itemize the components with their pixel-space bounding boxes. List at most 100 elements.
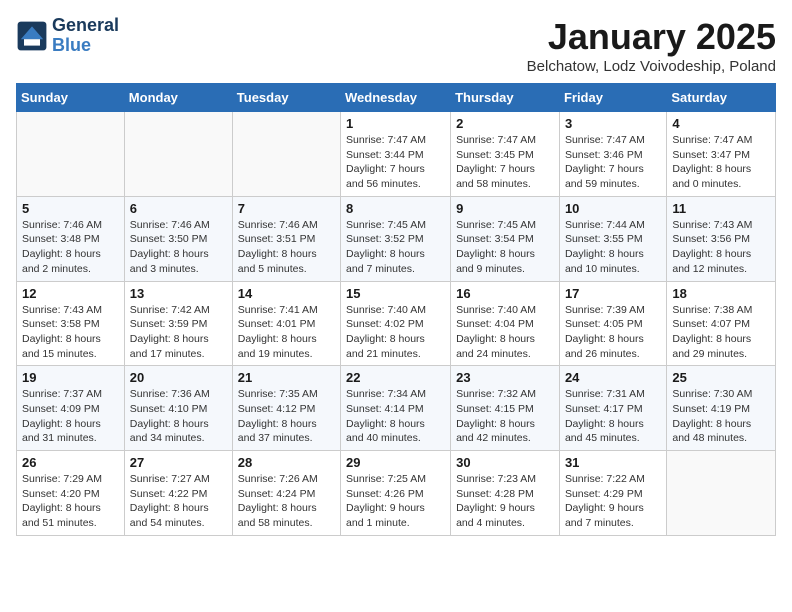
day-number: 26 bbox=[22, 455, 119, 470]
month-title: January 2025 bbox=[527, 16, 776, 58]
calendar-cell: 29 Sunrise: 7:25 AMSunset: 4:26 PMDayligh… bbox=[341, 451, 451, 536]
day-number: 15 bbox=[346, 286, 445, 301]
day-info: Sunrise: 7:27 AMSunset: 4:22 PMDaylight:… bbox=[130, 472, 227, 531]
calendar-cell: 24 Sunrise: 7:31 AMSunset: 4:17 PMDayligh… bbox=[559, 366, 666, 451]
day-number: 23 bbox=[456, 370, 554, 385]
calendar-cell: 9Sunrise: 7:45 AMSunset: 3:54 PMDaylight… bbox=[451, 196, 560, 281]
calendar-cell bbox=[17, 112, 125, 197]
day-number: 21 bbox=[238, 370, 335, 385]
calendar-cell: 10 Sunrise: 7:44 AMSunset: 3:55 PMDayligh… bbox=[559, 196, 666, 281]
calendar-cell: 5 Sunrise: 7:46 AMSunset: 3:48 PMDaylight… bbox=[17, 196, 125, 281]
calendar-week-row: 5 Sunrise: 7:46 AMSunset: 3:48 PMDaylight… bbox=[17, 196, 776, 281]
day-info: Sunrise: 7:22 AMSunset: 4:29 PMDaylight:… bbox=[565, 472, 661, 531]
day-info: Sunrise: 7:40 AMSunset: 4:02 PMDaylight:… bbox=[346, 303, 445, 362]
calendar-week-row: 1 Sunrise: 7:47 AMSunset: 3:44 PMDaylight… bbox=[17, 112, 776, 197]
calendar-cell: 12Sunrise: 7:43 AMSunset: 3:58 PMDayligh… bbox=[17, 281, 125, 366]
day-number: 7 bbox=[238, 201, 335, 216]
day-info: Sunrise: 7:45 AMSunset: 3:52 PMDaylight:… bbox=[346, 218, 445, 277]
day-info: Sunrise: 7:32 AMSunset: 4:15 PMDaylight:… bbox=[456, 387, 554, 446]
weekday-header-thursday: Thursday bbox=[451, 84, 560, 112]
logo-text: General Blue bbox=[52, 16, 119, 56]
day-number: 24 bbox=[565, 370, 661, 385]
day-info: Sunrise: 7:47 AMSunset: 3:47 PMDaylight:… bbox=[672, 133, 770, 192]
calendar-body: 1 Sunrise: 7:47 AMSunset: 3:44 PMDaylight… bbox=[17, 112, 776, 536]
day-number: 4 bbox=[672, 116, 770, 131]
calendar-cell: 1 Sunrise: 7:47 AMSunset: 3:44 PMDaylight… bbox=[341, 112, 451, 197]
calendar-cell: 17 Sunrise: 7:39 AMSunset: 4:05 PMDayligh… bbox=[559, 281, 666, 366]
calendar-cell bbox=[232, 112, 340, 197]
calendar-cell: 8 Sunrise: 7:45 AMSunset: 3:52 PMDaylight… bbox=[341, 196, 451, 281]
day-info: Sunrise: 7:35 AMSunset: 4:12 PMDaylight:… bbox=[238, 387, 335, 446]
calendar-cell: 30Sunrise: 7:23 AMSunset: 4:28 PMDayligh… bbox=[451, 451, 560, 536]
day-info: Sunrise: 7:47 AMSunset: 3:45 PMDaylight:… bbox=[456, 133, 554, 192]
page-header: General Blue January 2025 Belchatow, Lod… bbox=[16, 16, 776, 75]
day-info: Sunrise: 7:43 AMSunset: 3:58 PMDaylight:… bbox=[22, 303, 119, 362]
calendar-cell: 13 Sunrise: 7:42 AMSunset: 3:59 PMDayligh… bbox=[124, 281, 232, 366]
weekday-header-tuesday: Tuesday bbox=[232, 84, 340, 112]
day-info: Sunrise: 7:47 AMSunset: 3:46 PMDaylight:… bbox=[565, 133, 661, 192]
calendar-week-row: 12Sunrise: 7:43 AMSunset: 3:58 PMDayligh… bbox=[17, 281, 776, 366]
calendar-cell: 25 Sunrise: 7:30 AMSunset: 4:19 PMDayligh… bbox=[667, 366, 776, 451]
calendar-cell: 6 Sunrise: 7:46 AMSunset: 3:50 PMDaylight… bbox=[124, 196, 232, 281]
day-number: 28 bbox=[238, 455, 335, 470]
day-info: Sunrise: 7:43 AMSunset: 3:56 PMDaylight:… bbox=[672, 218, 770, 277]
day-info: Sunrise: 7:25 AMSunset: 4:26 PMDaylight:… bbox=[346, 472, 445, 531]
calendar-cell: 18Sunrise: 7:38 AMSunset: 4:07 PMDayligh… bbox=[667, 281, 776, 366]
day-info: Sunrise: 7:37 AMSunset: 4:09 PMDaylight:… bbox=[22, 387, 119, 446]
day-info: Sunrise: 7:34 AMSunset: 4:14 PMDaylight:… bbox=[346, 387, 445, 446]
day-number: 5 bbox=[22, 201, 119, 216]
day-number: 1 bbox=[346, 116, 445, 131]
title-block: January 2025 Belchatow, Lodz Voivodeship… bbox=[527, 16, 776, 75]
day-info: Sunrise: 7:46 AMSunset: 3:48 PMDaylight:… bbox=[22, 218, 119, 277]
calendar-cell: 21 Sunrise: 7:35 AMSunset: 4:12 PMDayligh… bbox=[232, 366, 340, 451]
day-info: Sunrise: 7:47 AMSunset: 3:44 PMDaylight:… bbox=[346, 133, 445, 192]
logo-line2: Blue bbox=[52, 36, 119, 56]
day-info: Sunrise: 7:38 AMSunset: 4:07 PMDaylight:… bbox=[672, 303, 770, 362]
weekday-header-saturday: Saturday bbox=[667, 84, 776, 112]
calendar-cell: 15 Sunrise: 7:40 AMSunset: 4:02 PMDayligh… bbox=[341, 281, 451, 366]
day-number: 29 bbox=[346, 455, 445, 470]
day-number: 11 bbox=[672, 201, 770, 216]
day-info: Sunrise: 7:30 AMSunset: 4:19 PMDaylight:… bbox=[672, 387, 770, 446]
day-number: 16 bbox=[456, 286, 554, 301]
day-info: Sunrise: 7:42 AMSunset: 3:59 PMDaylight:… bbox=[130, 303, 227, 362]
day-info: Sunrise: 7:39 AMSunset: 4:05 PMDaylight:… bbox=[565, 303, 661, 362]
day-info: Sunrise: 7:46 AMSunset: 3:50 PMDaylight:… bbox=[130, 218, 227, 277]
day-number: 6 bbox=[130, 201, 227, 216]
calendar-cell: 7 Sunrise: 7:46 AMSunset: 3:51 PMDaylight… bbox=[232, 196, 340, 281]
day-number: 13 bbox=[130, 286, 227, 301]
weekday-header-wednesday: Wednesday bbox=[341, 84, 451, 112]
calendar-cell: 28Sunrise: 7:26 AMSunset: 4:24 PMDayligh… bbox=[232, 451, 340, 536]
calendar-cell: 27Sunrise: 7:27 AMSunset: 4:22 PMDayligh… bbox=[124, 451, 232, 536]
day-number: 8 bbox=[346, 201, 445, 216]
day-info: Sunrise: 7:29 AMSunset: 4:20 PMDaylight:… bbox=[22, 472, 119, 531]
day-number: 22 bbox=[346, 370, 445, 385]
day-number: 9 bbox=[456, 201, 554, 216]
calendar-cell bbox=[124, 112, 232, 197]
calendar-cell: 3 Sunrise: 7:47 AMSunset: 3:46 PMDaylight… bbox=[559, 112, 666, 197]
day-info: Sunrise: 7:46 AMSunset: 3:51 PMDaylight:… bbox=[238, 218, 335, 277]
day-number: 30 bbox=[456, 455, 554, 470]
day-number: 3 bbox=[565, 116, 661, 131]
calendar-cell: 14Sunrise: 7:41 AMSunset: 4:01 PMDayligh… bbox=[232, 281, 340, 366]
calendar-cell: 11 Sunrise: 7:43 AMSunset: 3:56 PMDayligh… bbox=[667, 196, 776, 281]
calendar-week-row: 26 Sunrise: 7:29 AMSunset: 4:20 PMDayligh… bbox=[17, 451, 776, 536]
day-number: 25 bbox=[672, 370, 770, 385]
weekday-header-monday: Monday bbox=[124, 84, 232, 112]
day-info: Sunrise: 7:44 AMSunset: 3:55 PMDaylight:… bbox=[565, 218, 661, 277]
day-info: Sunrise: 7:36 AMSunset: 4:10 PMDaylight:… bbox=[130, 387, 227, 446]
calendar-cell: 2 Sunrise: 7:47 AMSunset: 3:45 PMDaylight… bbox=[451, 112, 560, 197]
weekday-header-sunday: Sunday bbox=[17, 84, 125, 112]
calendar-cell: 26 Sunrise: 7:29 AMSunset: 4:20 PMDayligh… bbox=[17, 451, 125, 536]
calendar-table: SundayMondayTuesdayWednesdayThursdayFrid… bbox=[16, 83, 776, 536]
day-number: 17 bbox=[565, 286, 661, 301]
calendar-cell: 23 Sunrise: 7:32 AMSunset: 4:15 PMDayligh… bbox=[451, 366, 560, 451]
day-info: Sunrise: 7:31 AMSunset: 4:17 PMDaylight:… bbox=[565, 387, 661, 446]
day-number: 31 bbox=[565, 455, 661, 470]
calendar-cell: 20Sunrise: 7:36 AMSunset: 4:10 PMDayligh… bbox=[124, 366, 232, 451]
calendar-cell: 31 Sunrise: 7:22 AMSunset: 4:29 PMDayligh… bbox=[559, 451, 666, 536]
logo-icon bbox=[16, 20, 48, 52]
day-number: 2 bbox=[456, 116, 554, 131]
logo: General Blue bbox=[16, 16, 119, 56]
day-number: 10 bbox=[565, 201, 661, 216]
